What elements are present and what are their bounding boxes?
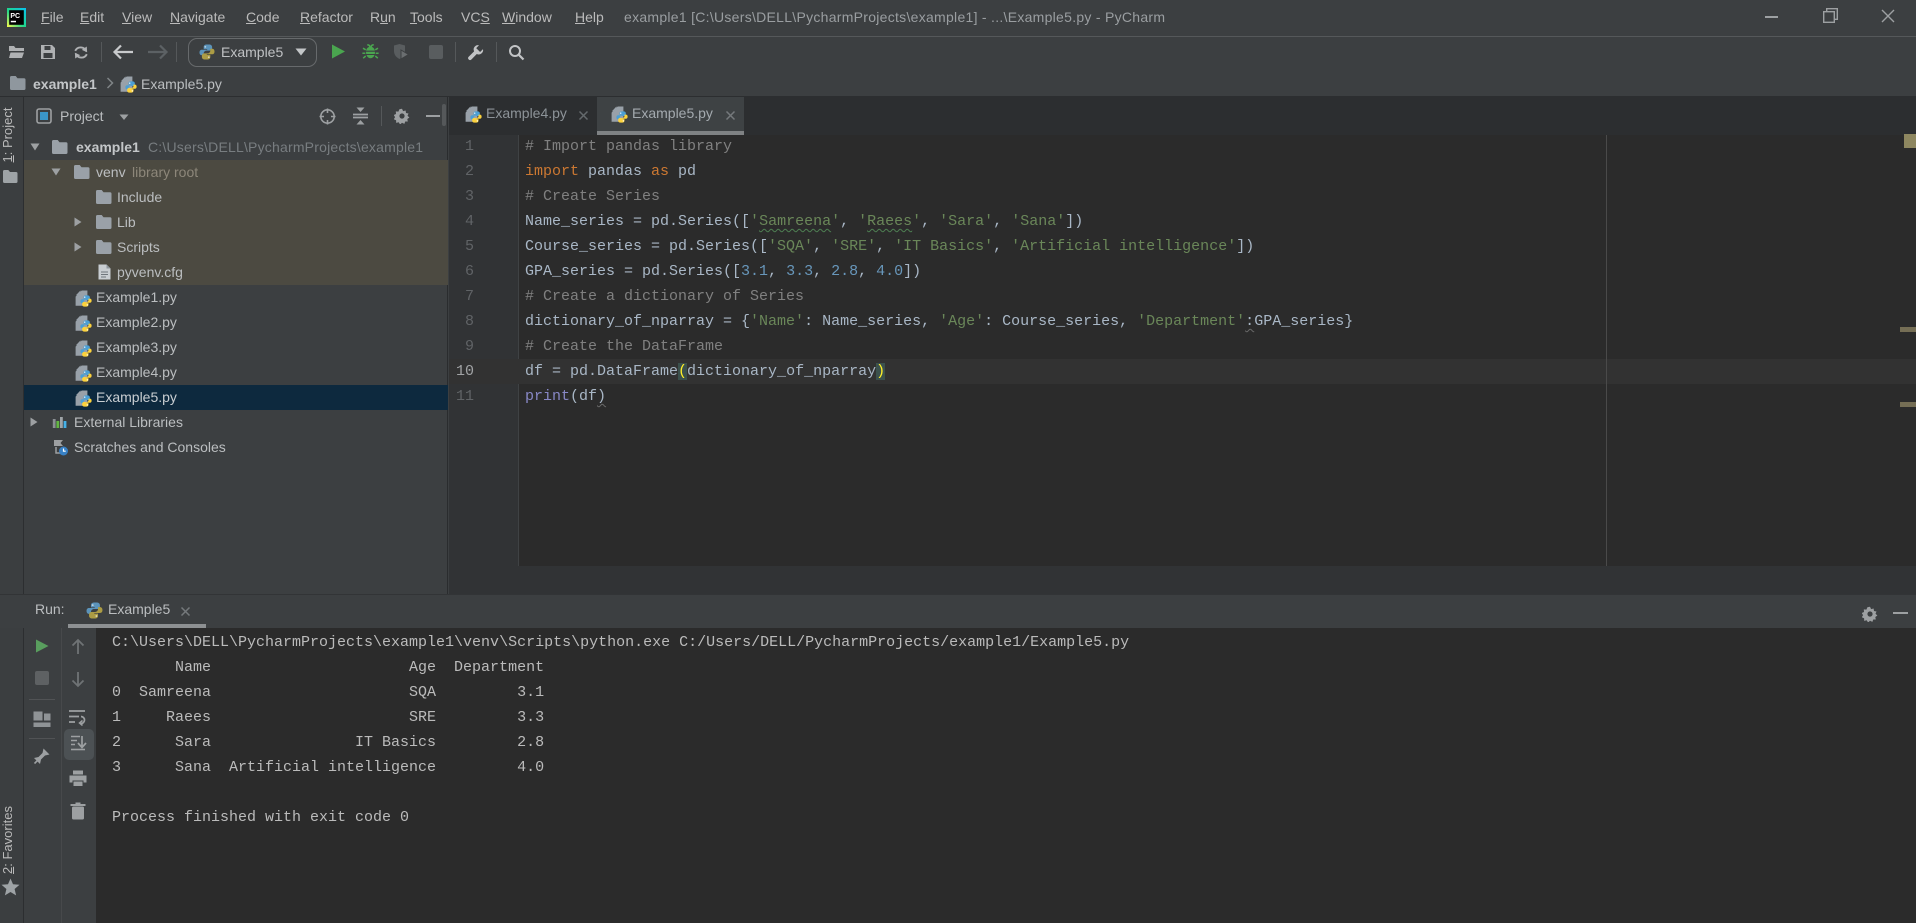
svg-text:PC: PC <box>10 13 20 20</box>
